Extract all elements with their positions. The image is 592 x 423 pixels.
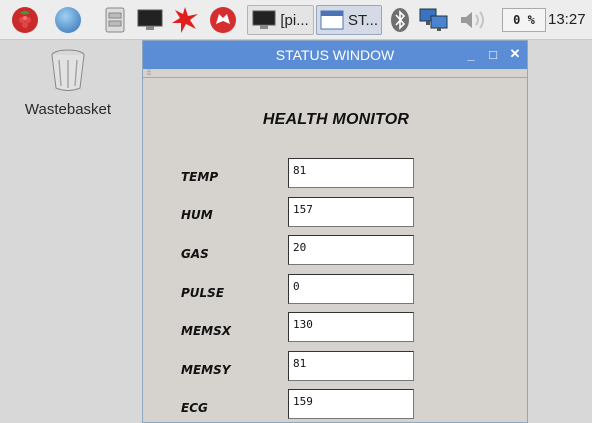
terminal-icon[interactable] [137,5,163,35]
memsx-field[interactable]: 130 [288,312,414,342]
trash-icon [51,49,85,91]
window-icon [320,10,344,30]
file-manager-icon[interactable] [103,5,127,35]
ecg-field[interactable]: 159 [288,389,414,419]
taskbar-window-label: [pi... [280,11,309,29]
maximize-button[interactable]: □ [485,46,501,62]
clock[interactable]: 13:27 [548,11,586,28]
taskbar: [pi... ST... 0 % 13:27 [0,0,592,40]
hum-label: HUM [181,208,213,222]
taskbar-window-terminal[interactable]: [pi... [247,5,314,35]
memsx-label: MEMSX [181,324,231,338]
volume-icon[interactable] [456,5,492,35]
window-titlebar[interactable]: STATUS WINDOW _ □ ✕ [143,41,527,69]
math-kernel-icon[interactable] [170,5,200,35]
page-title: HEALTH MONITOR [262,111,410,128]
pulse-label: PULSE [181,286,225,300]
temp-label: TEMP [181,170,219,184]
window-menu-strip[interactable]: ⁞⁞ [143,69,527,78]
terminal-icon [252,10,276,29]
ecg-label: ECG [181,401,208,415]
gas-field[interactable]: 20 [288,235,414,265]
web-browser-icon[interactable] [53,5,83,35]
taskbar-window-status[interactable]: ST... [316,5,382,35]
desktop-icon-wastebasket[interactable]: Wastebasket [18,48,118,118]
raspberry-menu-icon[interactable] [10,5,40,35]
memsy-field[interactable]: 81 [288,351,414,381]
gas-label: GAS [181,247,209,261]
taskbar-window-label: ST... [347,11,378,29]
minimize-button[interactable]: _ [463,46,479,62]
wolfram-icon[interactable] [208,5,238,35]
bluetooth-icon[interactable] [388,5,412,35]
temp-field[interactable]: 81 [288,158,414,188]
desktop-icon-label: Wastebasket [24,101,112,118]
cpu-usage-monitor[interactable]: 0 % [502,8,546,32]
memsy-label: MEMSY [181,363,231,377]
network-icon[interactable] [417,5,451,35]
pulse-field[interactable]: 0 [288,274,414,304]
close-button[interactable]: ✕ [507,46,523,62]
status-window: STATUS WINDOW _ □ ✕ ⁞⁞ HEALTH MONITOR TE… [142,40,528,423]
hum-field[interactable]: 157 [288,197,414,227]
